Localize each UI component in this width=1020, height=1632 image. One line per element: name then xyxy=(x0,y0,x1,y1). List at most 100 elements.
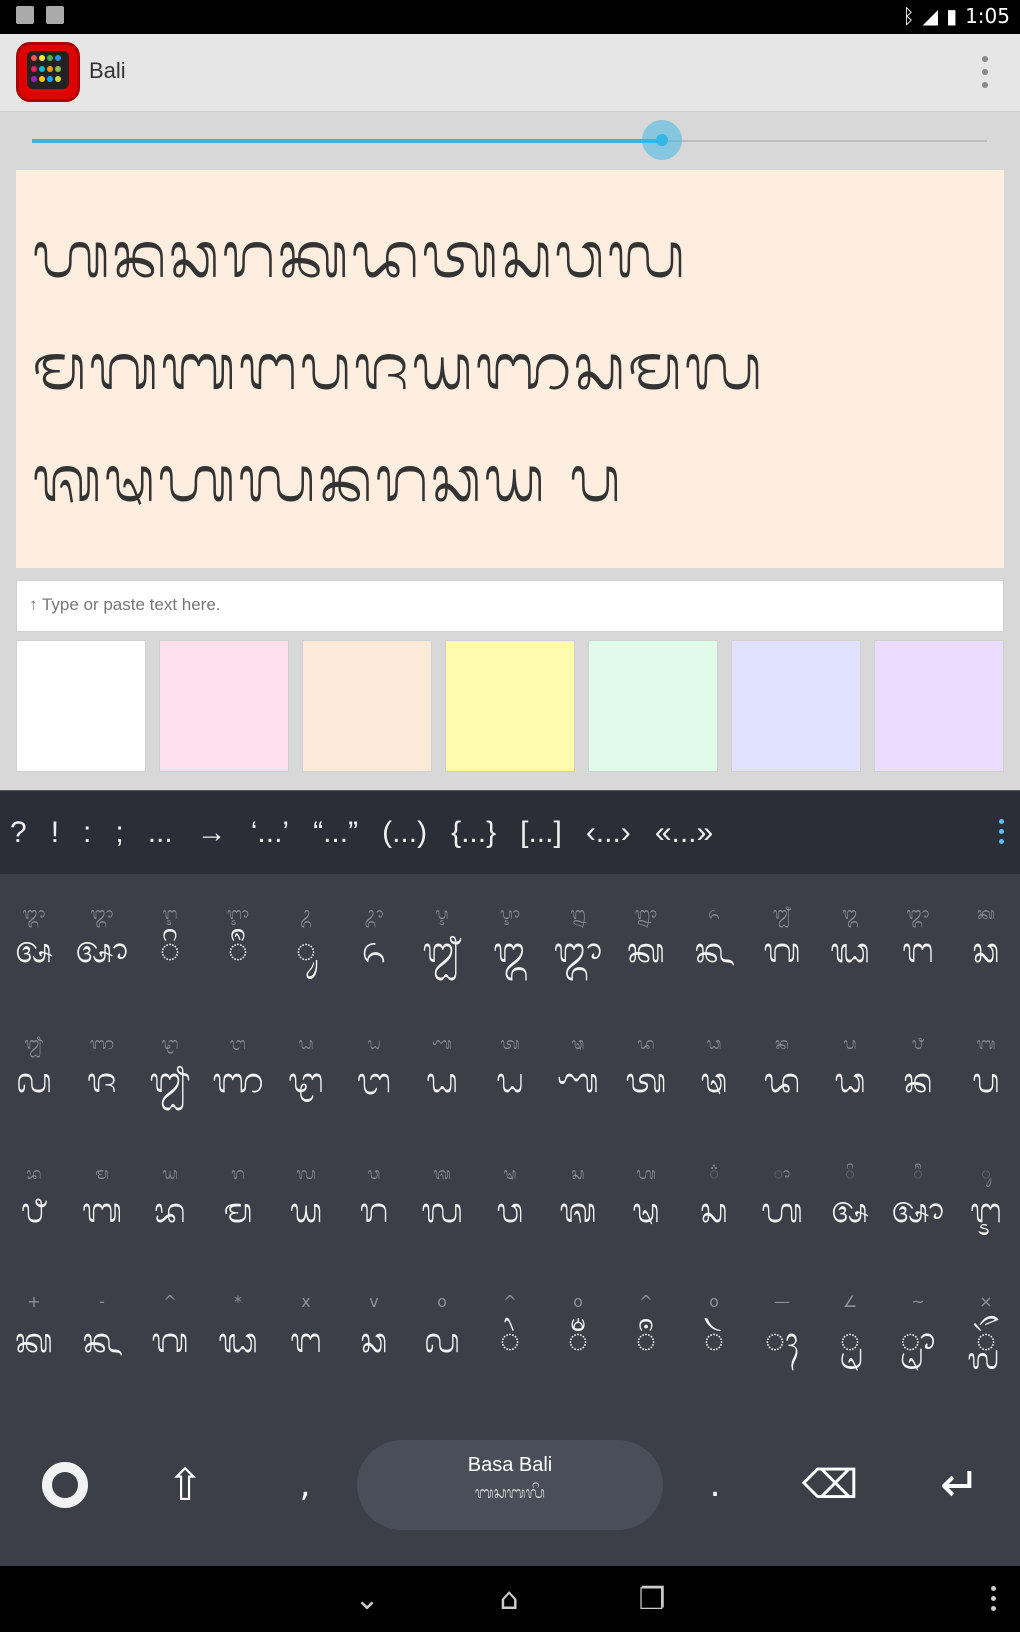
character-key[interactable]: ᬏᬔ xyxy=(680,886,748,1016)
font-size-slider[interactable] xyxy=(0,112,1020,170)
character-key[interactable]: -ᬔ xyxy=(68,1276,136,1406)
character-key[interactable]: ᬳᬱ xyxy=(612,1146,680,1276)
character-key[interactable]: ᬞᬜ xyxy=(204,1016,272,1146)
character-key[interactable]: ᬐᬕ xyxy=(748,886,816,1016)
color-swatch[interactable] xyxy=(445,640,575,772)
character-key[interactable]: ᬢᬠ xyxy=(476,1016,544,1146)
character-key[interactable]: ᬑᬖ xyxy=(816,886,884,1016)
character-key[interactable]: ᬴ ᬲ xyxy=(680,1146,748,1276)
app-icon[interactable] xyxy=(16,42,80,102)
character-key[interactable]: ᬡᬟ xyxy=(408,1016,476,1146)
punctuation-key[interactable]: ; xyxy=(115,816,123,850)
punctuation-key[interactable]: ‘...’ xyxy=(251,816,289,850)
character-key[interactable]: ᬲᬰ xyxy=(544,1146,612,1276)
punctuation-key[interactable]: “...” xyxy=(313,816,358,850)
back-icon[interactable]: ⌄ xyxy=(354,1582,379,1617)
character-key[interactable]: ᬒᬗ xyxy=(884,886,952,1016)
punctuation-key[interactable]: {...} xyxy=(451,816,496,850)
character-key[interactable]: ᬜᬚ xyxy=(68,1016,136,1146)
more-punctuation-icon[interactable] xyxy=(999,819,1004,844)
color-swatch[interactable] xyxy=(874,640,1004,772)
slider-track[interactable] xyxy=(32,120,987,160)
character-key[interactable]: ᬨᬦ xyxy=(884,1016,952,1146)
character-key[interactable]: ^ ᬕ xyxy=(136,1276,204,1406)
character-key[interactable]: ᬵ ᬳ xyxy=(748,1146,816,1276)
punctuation-key[interactable]: (...) xyxy=(382,816,427,850)
character-key[interactable]: ^ᬂ xyxy=(476,1276,544,1406)
character-key[interactable]: ᬎᬓ xyxy=(612,886,680,1016)
settings-key[interactable] xyxy=(20,1430,110,1540)
character-key[interactable]: ᬉᬸ xyxy=(272,886,340,1016)
backspace-key[interactable]: ⌫ xyxy=(780,1430,880,1540)
character-key[interactable]: + ᬓ xyxy=(0,1276,68,1406)
punctuation-key[interactable]: ‹...› xyxy=(586,816,631,850)
character-key[interactable]: ~ᬻ xyxy=(884,1276,952,1406)
home-icon[interactable]: ⌂ xyxy=(500,1582,519,1617)
character-key[interactable]: ᬩᬧ xyxy=(952,1016,1020,1146)
character-key[interactable]: ᬯᬭ xyxy=(340,1146,408,1276)
character-key[interactable]: —ᬄ xyxy=(748,1276,816,1406)
character-key[interactable]: ᬣᬡ xyxy=(544,1016,612,1146)
character-key[interactable]: ᬒᬅ xyxy=(0,886,68,1016)
character-key[interactable]: * ᬖ xyxy=(204,1276,272,1406)
character-key[interactable]: ᬇᬶ xyxy=(136,886,204,1016)
character-key[interactable]: ᬈᬷ xyxy=(204,886,272,1016)
color-swatch[interactable] xyxy=(159,640,289,772)
character-key[interactable]: ᬱᬯ xyxy=(476,1146,544,1276)
recents-icon[interactable]: ❐ xyxy=(639,1582,666,1617)
clock: 1:05 xyxy=(965,4,1010,28)
character-key[interactable]: ^ᬀ xyxy=(612,1276,680,1406)
character-key[interactable]: ᬒᬆ xyxy=(68,886,136,1016)
punctuation-key[interactable]: → xyxy=(197,816,227,850)
space-key[interactable]: Basa Bali ᬩᬲᬩᬮᬶ xyxy=(357,1440,663,1530)
character-key[interactable]: ᬊᬏ xyxy=(340,886,408,1016)
color-swatch[interactable] xyxy=(16,640,146,772)
comma-key[interactable]: , xyxy=(260,1430,350,1540)
character-key[interactable]: xᬗ xyxy=(272,1276,340,1406)
punctuation-key[interactable]: [...] xyxy=(520,816,562,850)
key-label: ᬙ xyxy=(424,1321,460,1361)
character-key[interactable]: ᬟᬝ xyxy=(272,1016,340,1146)
color-swatch[interactable] xyxy=(731,640,861,772)
character-key[interactable]: ᬤᬢ xyxy=(612,1016,680,1146)
period-key[interactable]: . xyxy=(670,1430,760,1540)
character-key[interactable]: oᬙ xyxy=(408,1276,476,1406)
punctuation-key[interactable]: ... xyxy=(148,816,173,850)
punctuation-key[interactable]: «...» xyxy=(655,816,713,850)
character-key[interactable]: oᬃ xyxy=(680,1276,748,1406)
character-key[interactable]: ᬝᬛ xyxy=(136,1016,204,1146)
character-key[interactable]: ᬍᬒ xyxy=(544,886,612,1016)
character-key[interactable]: ᬮᬬ xyxy=(272,1146,340,1276)
character-key[interactable]: ᬷ ᬆ xyxy=(884,1146,952,1276)
punctuation-key[interactable]: ? xyxy=(10,816,27,850)
punctuation-key[interactable]: ! xyxy=(51,816,59,850)
overflow-menu-icon[interactable] xyxy=(982,56,990,88)
color-swatch[interactable] xyxy=(588,640,718,772)
slider-thumb[interactable] xyxy=(642,120,683,160)
color-swatch[interactable] xyxy=(302,640,432,772)
character-key[interactable]: ᬶ ᬅ xyxy=(816,1146,884,1276)
character-key[interactable]: ∠ᬺ xyxy=(816,1276,884,1406)
character-key[interactable]: ᬫᬩ xyxy=(68,1146,136,1276)
character-key[interactable]: ᬰᬮ xyxy=(408,1146,476,1276)
character-key[interactable]: ᬧᬥ xyxy=(816,1016,884,1146)
text-input[interactable]: ↑ Type or paste text here. xyxy=(16,580,1004,632)
character-key[interactable]: ᬥᬣ xyxy=(680,1016,748,1146)
character-key[interactable]: ᬦᬤ xyxy=(748,1016,816,1146)
character-key[interactable]: ᬌᬑ xyxy=(476,886,544,1016)
punctuation-key[interactable]: : xyxy=(83,816,91,850)
character-key[interactable]: ᬛᬙ xyxy=(0,1016,68,1146)
character-key[interactable]: ᬬᬪ xyxy=(136,1146,204,1276)
character-key[interactable]: oᬁ xyxy=(544,1276,612,1406)
character-key[interactable]: ᬸ ᬇ xyxy=(952,1146,1020,1276)
menu-icon[interactable] xyxy=(991,1586,996,1611)
character-key[interactable]: ᬠᬞ xyxy=(340,1016,408,1146)
character-key[interactable]: ᬪᬨ xyxy=(0,1146,68,1276)
character-key[interactable]: ᬋᬐ xyxy=(408,886,476,1016)
shift-key[interactable]: ⇧ xyxy=(140,1430,230,1540)
character-key[interactable]: vᬘ xyxy=(340,1276,408,1406)
enter-key[interactable]: ↵ xyxy=(910,1430,1010,1540)
character-key[interactable]: ᬓᬘ xyxy=(952,886,1020,1016)
character-key[interactable]: ×ᬼ xyxy=(952,1276,1020,1406)
character-key[interactable]: ᬭᬫ xyxy=(204,1146,272,1276)
